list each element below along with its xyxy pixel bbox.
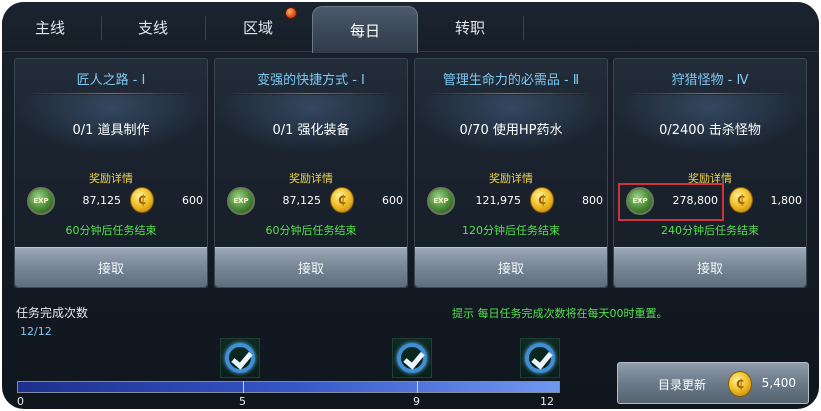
quest-card: 管理生命力的必需品 - Ⅱ 0/70 使用HP药水 奖励详情 EXP 121,9… (414, 58, 608, 288)
daily-quest-window: 主线 支线 区域 每日 转职 匠人之路 - Ⅰ 0/1 道具制作 奖励详情 EX… (2, 2, 819, 409)
divider (626, 93, 794, 94)
exp-reward: 87,125 (82, 194, 122, 207)
quest-progress: 0/1 强化装备 (272, 123, 350, 138)
tab-divider (523, 16, 524, 40)
milestone-check-icon (392, 338, 432, 378)
tab-job-change[interactable]: 转职 (420, 2, 520, 52)
quest-title: 管理生命力的必需品 - Ⅱ (442, 73, 580, 88)
quest-title: 狩猎怪物 - Ⅳ (671, 73, 749, 88)
accept-button[interactable]: 接取 (215, 247, 407, 287)
reward-details-label: 奖励详情 (489, 172, 533, 185)
tab-divider (205, 16, 206, 40)
coin-reward: 1,800 (770, 194, 803, 207)
completion-progress-bar (17, 381, 560, 393)
gold-coin-icon: ₵ (130, 187, 154, 213)
coin-reward: 600 (182, 194, 203, 207)
gold-coin-icon: ₵ (330, 187, 354, 213)
quest-title: 匠人之路 - Ⅰ (76, 73, 146, 88)
gold-coin-icon: ₵ (530, 187, 554, 213)
reward-details-label: 奖励详情 (89, 172, 133, 185)
tab-bar: 主线 支线 区域 每日 转职 (2, 2, 819, 53)
coin-reward: 800 (582, 194, 603, 207)
notification-dot-icon (285, 7, 297, 19)
tab-daily[interactable]: 每日 (312, 6, 418, 53)
gold-coin-icon: ₵ (728, 371, 752, 397)
tab-main-quest[interactable]: 主线 (2, 2, 98, 52)
progress-tick-label: 9 (413, 395, 420, 408)
tab-divider (101, 16, 102, 40)
progress-tick-label: 5 (239, 395, 246, 408)
milestone-check-icon (220, 338, 260, 378)
completion-label: 任务完成次数 (16, 306, 89, 320)
highlight-box (618, 183, 724, 221)
quest-progress: 0/70 使用HP药水 (459, 123, 563, 138)
gold-coin-icon: ₵ (729, 187, 753, 213)
divider (427, 93, 595, 94)
coin-reward: 600 (382, 194, 403, 207)
divider (227, 93, 395, 94)
refresh-list-button[interactable]: 目录更新 ₵ 5,400 (617, 362, 809, 404)
accept-button[interactable]: 接取 (415, 247, 607, 287)
divider (27, 93, 195, 94)
milestone-check-icon (520, 338, 560, 378)
progress-tick-label: 12 (540, 395, 554, 408)
progress-tick (417, 381, 418, 393)
progress-tick (243, 381, 244, 393)
accept-button[interactable]: 接取 (15, 247, 207, 287)
tab-side-quest[interactable]: 支线 (104, 2, 202, 52)
quest-timer: 120分钟后任务结束 (462, 224, 560, 237)
completion-count: 12/12 (20, 325, 52, 338)
tab-label: 每日 (349, 21, 380, 40)
refresh-label: 目录更新 (658, 378, 707, 392)
accept-button[interactable]: 接取 (614, 247, 806, 287)
tab-label: 主线 (34, 18, 65, 37)
quest-timer: 60分钟后任务结束 (65, 224, 157, 237)
quest-timer: 240分钟后任务结束 (661, 224, 759, 237)
tab-label: 转职 (454, 18, 485, 37)
refresh-cost: 5,400 (761, 376, 796, 390)
quest-title: 变强的快捷方式 - Ⅰ (257, 73, 365, 88)
quest-progress: 0/1 道具制作 (72, 123, 150, 138)
quest-card: 狩猎怪物 - Ⅳ 0/2400 击杀怪物 奖励详情 EXP 278,800 ₵ … (613, 58, 807, 288)
reset-tip: 提示 每日任务完成次数将在每天00时重置。 (452, 307, 668, 320)
reward-details-label: 奖励详情 (289, 172, 333, 185)
exp-reward: 87,125 (282, 194, 322, 207)
exp-reward: 121,975 (475, 194, 522, 207)
tab-label: 区域 (242, 18, 273, 37)
tab-label: 支线 (137, 18, 168, 37)
progress-tick-label: 0 (17, 395, 24, 408)
quest-card: 变强的快捷方式 - Ⅰ 0/1 强化装备 奖励详情 EXP 87,125 ₵ 6… (214, 58, 408, 288)
quest-card: 匠人之路 - Ⅰ 0/1 道具制作 奖励详情 EXP 87,125 ₵ 600 … (14, 58, 208, 288)
quest-progress: 0/2400 击杀怪物 (659, 123, 761, 138)
quest-timer: 60分钟后任务结束 (265, 224, 357, 237)
